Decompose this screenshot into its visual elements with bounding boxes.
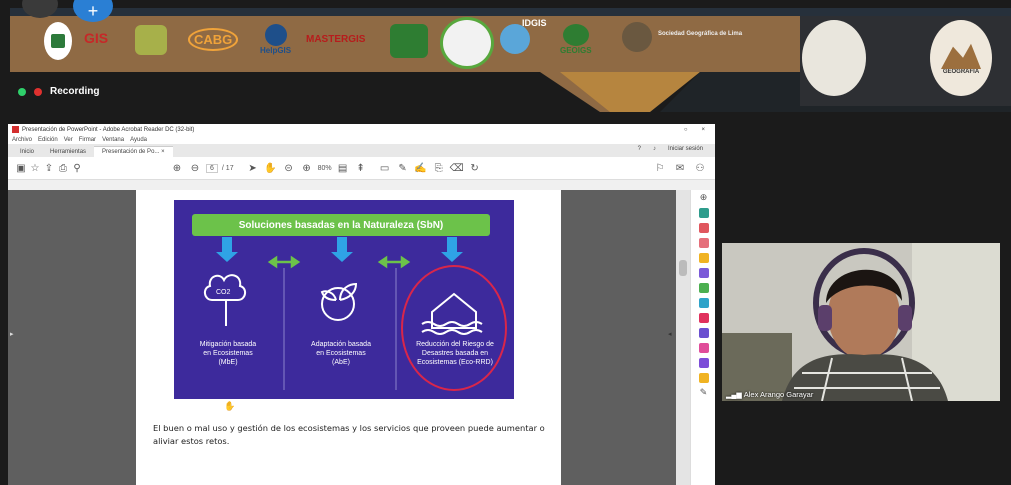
scrollbar[interactable] — [676, 190, 690, 485]
fill-sign-icon[interactable] — [698, 343, 709, 353]
pen-icon[interactable]: ✎ — [396, 163, 410, 174]
close-button[interactable]: × — [701, 127, 705, 133]
tab-herramientas[interactable]: Herramientas — [42, 147, 94, 157]
menu-archivo[interactable]: Archivo — [12, 137, 32, 143]
page-up-icon[interactable]: ⊕ — [170, 163, 184, 174]
cabg-logo: CABG — [188, 28, 239, 51]
page-number-input[interactable]: 6 — [206, 163, 218, 173]
participant-name: ▂▄▆ Alex Arango Garayar — [726, 390, 814, 399]
send-icon[interactable] — [698, 358, 709, 368]
geografia-seal: GEOGRAFÍA — [930, 20, 992, 96]
idgis-logo: IDGIS — [500, 14, 547, 54]
zoom-tool-icon[interactable]: ⊕ — [691, 192, 715, 203]
star-icon[interactable]: ☆ — [28, 163, 42, 174]
conference-banner: + GIS CABG HelpGIS MASTERGIS IDGIS GEOIG… — [0, 0, 1011, 112]
signal-icon: ▂▄▆ — [726, 391, 742, 399]
sociedad-seal — [622, 22, 652, 52]
fit-icon[interactable]: ▤ — [336, 163, 350, 174]
recording-label: Recording — [50, 86, 100, 97]
scroll-thumb[interactable] — [679, 260, 687, 276]
mastergis-logo: MASTERGIS — [306, 34, 366, 45]
hand-icon[interactable]: ✋ — [264, 163, 278, 174]
menu-ver[interactable]: Ver — [64, 137, 73, 143]
sign-in-button[interactable]: Iniciar sesión — [668, 146, 703, 152]
slide-column-mbe: Mitigación basada en Ecosistemas (MbE) — [199, 341, 257, 366]
document-viewer[interactable]: Soluciones basadas en la Naturaleza (SbN… — [8, 190, 676, 485]
edit-pdf-icon[interactable] — [698, 238, 709, 248]
scroll-icon[interactable]: ⇞ — [354, 163, 368, 174]
tab-inicio[interactable]: Inicio — [12, 147, 42, 157]
slide-column-abe: Adaptación basada en Ecosistemas (AbE) — [311, 341, 371, 366]
window-titlebar: Presentación de PowerPoint - Adobe Acrob… — [8, 124, 715, 135]
redact-icon[interactable] — [698, 313, 709, 323]
recording-indicator: Recording — [18, 86, 99, 97]
tab-presentacion[interactable]: Presentación de Po... × — [94, 146, 173, 157]
geo-logo — [135, 25, 167, 55]
badge-logo — [390, 24, 428, 58]
helpgis-logo: HelpGIS — [260, 24, 291, 55]
sociedad-text: Sociedad Geográfica de Lima — [658, 31, 743, 37]
zoom-out-icon[interactable]: ⊝ — [282, 163, 296, 174]
mail-icon[interactable]: ✉ — [673, 163, 687, 174]
maximize-button[interactable]: ○ — [684, 127, 688, 133]
stamp-icon[interactable]: ⎘ — [432, 163, 446, 174]
menu-ayuda[interactable]: Ayuda — [130, 137, 147, 143]
zoom-in-icon[interactable]: ⊕ — [300, 163, 314, 174]
toolbar: ▣ ☆ ⇪ ⎙ ⚲ ⊕ ⊖ 6 / 17 ➤ ✋ ⊝ ⊕ 80% ▤ ⇞ ▭ ✎… — [8, 157, 715, 180]
seal-logo-green — [440, 17, 494, 69]
right-collapse-icon[interactable]: ◂ — [668, 330, 672, 338]
menu-edicion[interactable]: Edición — [38, 137, 58, 143]
protect-icon[interactable] — [698, 328, 709, 338]
upload-icon[interactable]: ⇪ — [42, 163, 56, 174]
menu-ventana[interactable]: Ventana — [102, 137, 124, 143]
slide-caption: El buen o mal uso y gestión de los ecosi… — [153, 423, 545, 446]
share-icon[interactable]: ⚐ — [653, 163, 667, 174]
page-total: / 17 — [221, 164, 234, 172]
trash-icon[interactable]: ⌫ — [450, 163, 464, 174]
cursor-icon[interactable]: ➤ — [246, 163, 260, 174]
left-collapse-icon[interactable]: ▸ — [10, 330, 14, 338]
menu-bar: Archivo Edición Ver Firmar Ventana Ayuda — [8, 135, 715, 144]
university-seal — [802, 20, 866, 96]
hand-cursor-icon: ✋ — [224, 401, 236, 411]
rotate-icon[interactable]: ↻ — [468, 163, 482, 174]
acrobat-window: Presentación de PowerPoint - Adobe Acrob… — [8, 124, 715, 485]
geoigs-logo: GEOIGS — [560, 24, 592, 55]
compress-icon[interactable] — [698, 298, 709, 308]
share-tool-icon[interactable] — [698, 373, 709, 383]
page-down-icon[interactable]: ⊖ — [188, 163, 202, 174]
slide-graphics: CO2 — [204, 237, 507, 391]
window-title: Presentación de PowerPoint - Adobe Acrob… — [22, 126, 195, 133]
slide-image: Soluciones basadas en la Naturaleza (SbN… — [174, 200, 514, 399]
bell-icon[interactable]: ♪ — [653, 146, 656, 152]
peru-logo — [44, 22, 72, 60]
slide-column-eco-rrd: Reducción del Riesgo de Desastres basada… — [416, 341, 494, 366]
comment-icon[interactable]: ▭ — [378, 163, 392, 174]
more-tools-icon[interactable]: ✎ — [691, 387, 715, 398]
pdf-page: Soluciones basadas en la Naturaleza (SbN… — [136, 190, 561, 485]
combine-icon[interactable] — [698, 268, 709, 278]
export-pdf-icon[interactable] — [698, 208, 709, 218]
webcam-video — [722, 243, 1000, 401]
acrobat-icon — [12, 126, 19, 133]
search-icon[interactable]: ⚲ — [70, 163, 84, 174]
save-icon[interactable]: ▣ — [14, 163, 28, 174]
tools-panel: ⊕ ✎ — [690, 190, 715, 485]
status-dot-icon — [18, 87, 26, 96]
menu-firmar[interactable]: Firmar — [79, 137, 96, 143]
sign-icon[interactable]: ✍ — [414, 163, 428, 174]
comment-tool-icon[interactable] — [698, 253, 709, 263]
create-pdf-icon[interactable] — [698, 223, 709, 233]
co2-label: CO2 — [216, 289, 231, 296]
zoom-select[interactable]: 80% — [318, 165, 332, 172]
print-icon[interactable]: ⎙ — [56, 163, 70, 174]
gis-logo: GIS — [84, 30, 109, 46]
account-icon[interactable]: ⚇ — [693, 163, 707, 174]
webcam-tile: ▂▄▆ Alex Arango Garayar — [722, 243, 1000, 401]
tab-bar: Inicio Herramientas Presentación de Po..… — [8, 144, 715, 157]
organize-icon[interactable] — [698, 283, 709, 293]
help-icon[interactable]: ? — [638, 146, 641, 152]
record-icon — [34, 87, 42, 96]
